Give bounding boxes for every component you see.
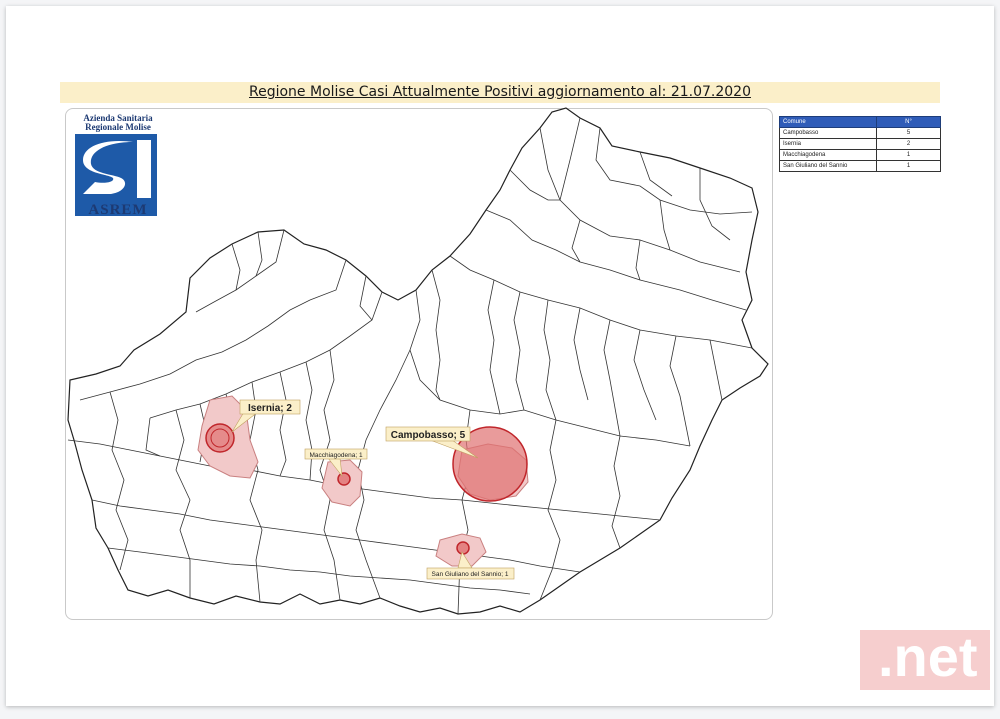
logo-brand: ASREM	[73, 202, 163, 219]
campobasso-callout-label: Campobasso; 5	[391, 430, 466, 441]
column-header-count: N°	[877, 117, 941, 128]
table-row: Macchiagodena 1	[780, 150, 941, 161]
column-header-comune: Comune	[780, 117, 877, 128]
san-giuliano-callout-label: San Giuliano del Sannio; 1	[432, 571, 509, 578]
region-outline	[68, 108, 768, 614]
table-cell-count: 1	[877, 150, 941, 161]
table-cell-comune: Isernia	[780, 139, 877, 150]
table-cell-comune: Macchiagodena	[780, 150, 877, 161]
macchiagodena-bubble	[338, 473, 350, 485]
san-giuliano-bubble	[457, 542, 469, 554]
table-row: Campobasso 5	[780, 128, 941, 139]
table-cell-comune: Campobasso	[780, 128, 877, 139]
table-cell-comune: San Giuliano del Sannio	[780, 161, 877, 172]
table-cell-count: 5	[877, 128, 941, 139]
macchiagodena-callout-label: Macchiagodena; 1	[309, 452, 363, 459]
table-cell-count: 1	[877, 161, 941, 172]
table-row: San Giuliano del Sannio 1	[780, 161, 941, 172]
table-row: Isernia 2	[780, 139, 941, 150]
logo-org-line2: Regionale Molise	[73, 123, 163, 132]
watermark: .net	[860, 630, 990, 690]
table-cell-count: 2	[877, 139, 941, 150]
watermark-text: .net	[878, 624, 978, 689]
cases-table: Comune N° Campobasso 5 Isernia 2 Macchia…	[779, 116, 941, 172]
table-header-row: Comune N°	[780, 117, 941, 128]
isernia-callout-label: Isernia; 2	[248, 403, 292, 414]
molise-map: Isernia; 2 Campobasso; 5 Macchiagodena; …	[0, 0, 1000, 719]
isernia-bubble	[206, 424, 234, 452]
asrem-logo: Azienda Sanitaria Regionale Molise ASREM	[73, 114, 163, 224]
logo-s-icon	[75, 134, 157, 202]
